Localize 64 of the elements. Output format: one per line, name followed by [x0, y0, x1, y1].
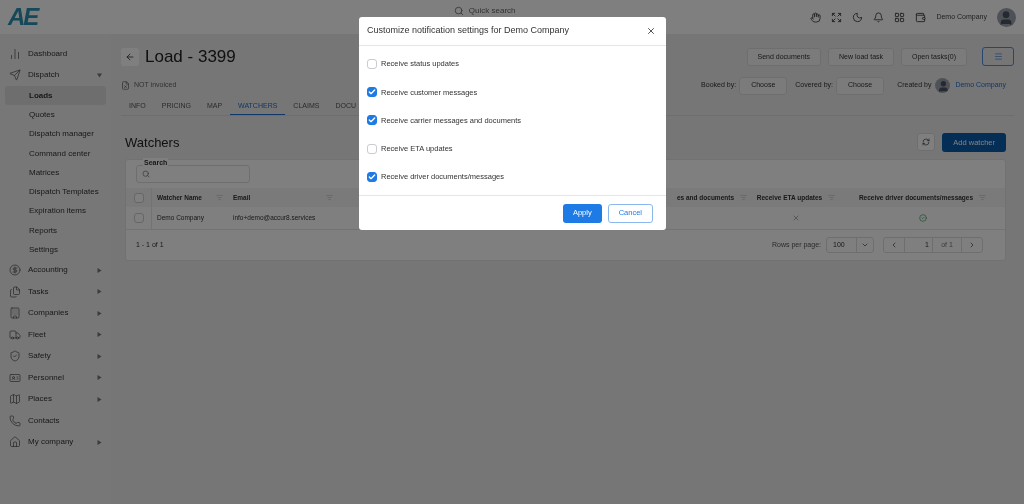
document-x-icon [121, 81, 130, 90]
checkbox[interactable] [367, 59, 377, 70]
house-icon [9, 436, 21, 449]
sidebar-item[interactable]: My company [5, 431, 106, 454]
arrow-left-icon [125, 51, 135, 62]
refresh-icon [922, 138, 931, 147]
moon-icon [852, 11, 864, 23]
checkbox[interactable] [367, 143, 377, 154]
sidebar-subitem[interactable]: Settings [5, 240, 106, 260]
quick-search[interactable]: Quick search [453, 5, 516, 17]
wallet-icon [915, 11, 927, 23]
checkbox[interactable] [367, 115, 377, 126]
id-card-icon [9, 371, 21, 384]
chart-icon [9, 47, 21, 60]
sidebar-subitem[interactable]: Dispatch manager [5, 124, 106, 144]
sidebar-item[interactable]: Fleet [5, 324, 106, 346]
sidebar-item[interactable]: Dashboard [5, 43, 106, 65]
refresh-button[interactable] [917, 133, 936, 152]
sidebar-item[interactable]: Accounting [5, 259, 106, 282]
sidebar-item[interactable]: Places [5, 388, 106, 411]
sidebar-item[interactable]: Personnel [5, 367, 106, 389]
dialog-title: Customize notification settings for Demo Company [367, 24, 571, 38]
close-button[interactable] [646, 26, 656, 36]
menu-button[interactable] [982, 47, 1014, 67]
close-icon [646, 26, 656, 36]
checkbox[interactable] [133, 192, 144, 203]
expand-icon [831, 11, 843, 23]
sidebar-subitem[interactable]: Command center [5, 143, 106, 164]
page-title: Load - 3399 [145, 46, 236, 68]
dollar-icon [9, 264, 21, 277]
sidebar-subitem[interactable]: Dispatch Templates [5, 182, 106, 202]
sidebar-subitem[interactable]: Quotes [5, 105, 106, 125]
building-icon [9, 307, 21, 320]
avatar [935, 78, 951, 93]
checkbox[interactable] [367, 87, 377, 98]
sidebar-item[interactable]: Contacts [5, 410, 106, 432]
files-icon [9, 285, 21, 298]
sidebar-subitem[interactable]: Loads [5, 86, 106, 106]
checkbox[interactable] [367, 171, 377, 182]
sidebar-subitem[interactable]: Reports [5, 221, 106, 241]
sidebar-item[interactable]: Dispatch [5, 64, 106, 86]
menu-icon [993, 52, 1003, 62]
sidebar-item[interactable]: Tasks [5, 281, 106, 303]
search-icon [142, 170, 150, 178]
chevron-right-icon [968, 241, 976, 249]
sidebar-subitem[interactable]: Matrices [5, 163, 106, 183]
sidebar-item[interactable]: Safety [5, 345, 106, 368]
chevron-down-icon [861, 241, 869, 249]
hand-icon [810, 11, 822, 23]
search-icon [453, 6, 464, 16]
back-button[interactable] [121, 47, 139, 66]
grid-icon [894, 11, 906, 23]
chevron-left-icon [890, 241, 898, 249]
map-icon [9, 393, 21, 406]
bell-icon [873, 11, 885, 23]
truck-icon [9, 328, 21, 341]
avatar [997, 7, 1016, 27]
section-title: Watchers [125, 133, 180, 152]
sidebar-subitem[interactable]: Expiration items [5, 201, 106, 222]
phone-icon [9, 414, 21, 427]
sidebar-item[interactable]: Companies [5, 302, 106, 325]
shield-icon [9, 350, 21, 363]
checkbox[interactable] [133, 213, 144, 223]
send-icon [9, 69, 21, 82]
